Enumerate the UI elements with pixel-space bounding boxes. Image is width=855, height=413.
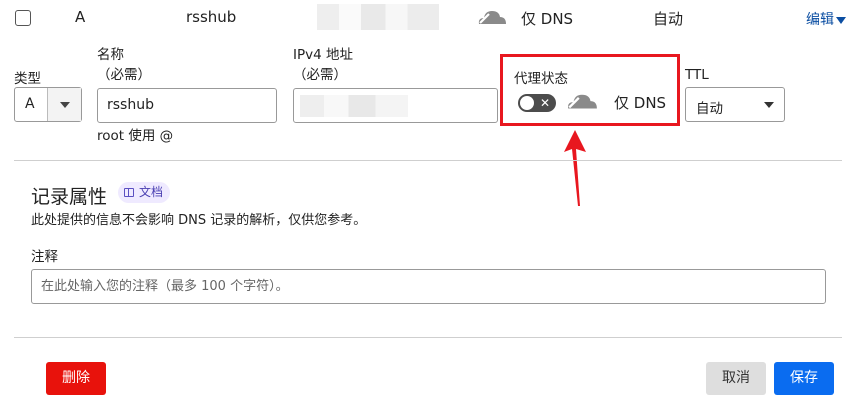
divider xyxy=(14,160,842,161)
name-label: 名称 （必需） xyxy=(97,45,151,85)
toggle-knob xyxy=(520,96,534,110)
note-input[interactable] xyxy=(32,270,825,303)
record-content-redacted xyxy=(317,4,439,30)
book-icon xyxy=(124,188,134,197)
proxy-toggle[interactable]: ✕ xyxy=(518,94,556,112)
name-input[interactable]: rsshub xyxy=(97,88,277,123)
record-proxy-status: 仅 DNS xyxy=(521,10,574,28)
record-attributes-description: 此处提供的信息不会影响 DNS 记录的解析，仅供您参考。 xyxy=(31,213,367,228)
type-select-toggle[interactable] xyxy=(47,88,81,121)
chevron-down-icon xyxy=(836,16,846,24)
ipv4-value-redacted xyxy=(300,95,408,117)
save-button[interactable]: 保存 xyxy=(774,362,834,395)
edit-button[interactable]: 编辑 xyxy=(806,9,846,29)
edit-label: 编辑 xyxy=(806,12,834,28)
chevron-down-icon xyxy=(764,102,774,108)
name-required-text: （必需） xyxy=(97,67,151,83)
ipv4-label-text: IPv4 地址 xyxy=(293,47,353,63)
record-attributes-title: 记录属性 xyxy=(31,186,108,208)
type-select[interactable]: A xyxy=(14,87,82,122)
close-icon: ✕ xyxy=(539,96,550,110)
chevron-down-icon xyxy=(60,102,70,108)
ipv4-required-text: （必需） xyxy=(293,67,347,83)
type-select-value: A xyxy=(25,96,35,112)
note-field[interactable] xyxy=(31,269,826,304)
name-label-text: 名称 xyxy=(97,47,124,63)
cancel-button[interactable]: 取消 xyxy=(706,362,766,395)
name-help-text: root 使用 @ xyxy=(97,128,174,144)
record-ttl: 自动 xyxy=(653,10,684,28)
record-select-checkbox[interactable] xyxy=(15,10,31,26)
ttl-label: TTL xyxy=(685,67,709,83)
type-label: 类型 xyxy=(14,71,41,87)
record-name: rsshub xyxy=(186,8,237,26)
delete-button[interactable]: 删除 xyxy=(46,362,106,395)
ipv4-input[interactable] xyxy=(293,88,498,123)
dns-only-cloud-icon xyxy=(477,11,507,26)
ipv4-label: IPv4 地址 （必需） xyxy=(293,45,353,85)
name-input-value: rsshub xyxy=(107,97,154,113)
annotation-arrow xyxy=(564,130,586,206)
docs-link-label: 文档 xyxy=(139,185,164,199)
ttl-select[interactable]: 自动 xyxy=(685,87,785,122)
divider xyxy=(14,337,842,338)
ttl-select-value: 自动 xyxy=(696,101,723,117)
docs-link[interactable]: 文档 xyxy=(118,182,171,203)
proxy-status-text: 仅 DNS xyxy=(614,94,667,112)
dns-only-cloud-icon xyxy=(566,94,598,111)
note-label: 注释 xyxy=(31,249,58,265)
record-type: A xyxy=(75,8,86,26)
